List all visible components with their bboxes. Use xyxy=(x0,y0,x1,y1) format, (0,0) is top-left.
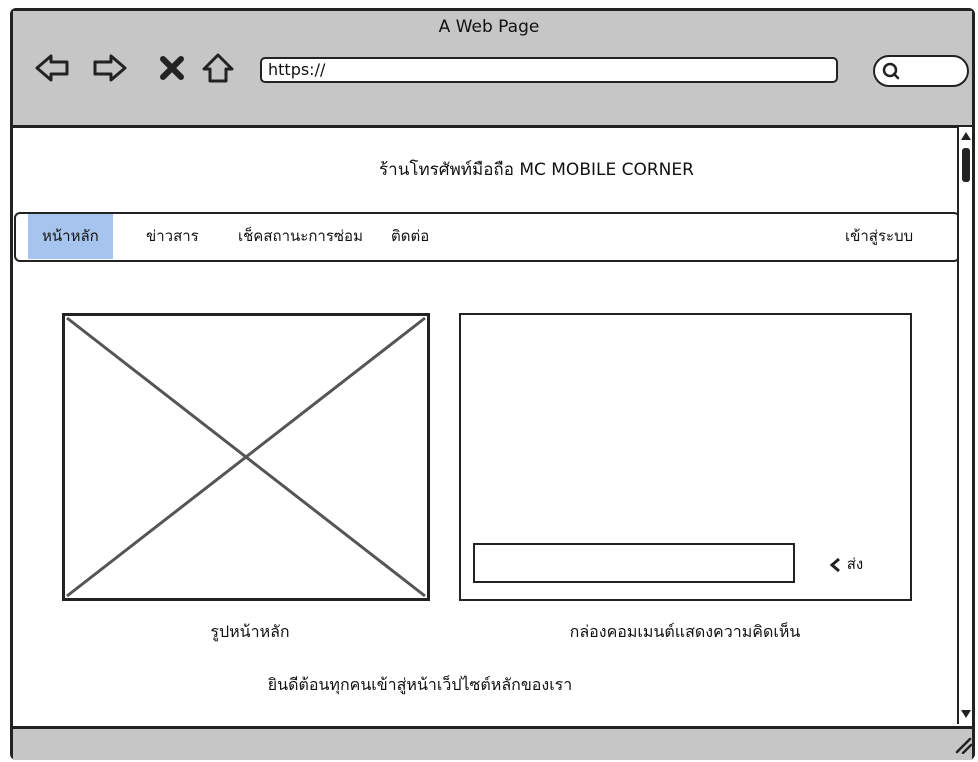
window-title: A Web Page xyxy=(438,17,540,37)
home-icon[interactable] xyxy=(200,52,236,84)
menu-item-news[interactable]: ข่าวสาร xyxy=(146,214,199,259)
image-caption: รูปหน้าหลัก xyxy=(210,622,290,641)
main-image-placeholder xyxy=(62,313,430,601)
menu-item-login[interactable]: เข้าสู่ระบบ xyxy=(845,214,913,259)
status-bar xyxy=(13,726,972,760)
main-menu: หน้าหลัก ข่าวสาร เช็คสถานะการซ่อม ติดต่อ… xyxy=(14,212,960,262)
menu-item-home[interactable]: หน้าหลัก xyxy=(28,214,113,259)
browser-search-box[interactable] xyxy=(873,55,969,87)
menu-item-contact[interactable]: ติดต่อ xyxy=(391,214,429,259)
image-placeholder-icon xyxy=(66,316,426,598)
menu-item-repair-status[interactable]: เช็คสถานะการซ่อม xyxy=(238,214,363,259)
chevron-left-icon xyxy=(829,557,840,572)
resize-grip-icon[interactable] xyxy=(954,736,972,754)
vertical-scrollbar[interactable] xyxy=(957,127,972,724)
scrollbar-thumb[interactable] xyxy=(962,148,970,182)
comment-input[interactable] xyxy=(473,543,795,583)
scroll-up-icon[interactable] xyxy=(960,130,972,142)
stop-icon[interactable] xyxy=(155,52,191,84)
scroll-down-icon[interactable] xyxy=(960,708,972,720)
search-icon xyxy=(882,62,900,80)
send-button[interactable]: ส่ง xyxy=(828,553,863,575)
send-label: ส่ง xyxy=(846,555,864,573)
url-input[interactable]: https:// xyxy=(260,57,838,83)
comment-caption: กล่องคอมเมนต์แสดงความคิดเห็น xyxy=(569,622,801,641)
welcome-text: ยินดีต้อนทุกคนเข้าสู่หน้าเว็ปไซต์หลักของ… xyxy=(267,675,573,694)
page-title: ร้านโทรศัพท์มือถือ MC MOBILE CORNER xyxy=(379,160,694,180)
back-icon[interactable] xyxy=(34,52,70,84)
forward-icon[interactable] xyxy=(92,52,128,84)
